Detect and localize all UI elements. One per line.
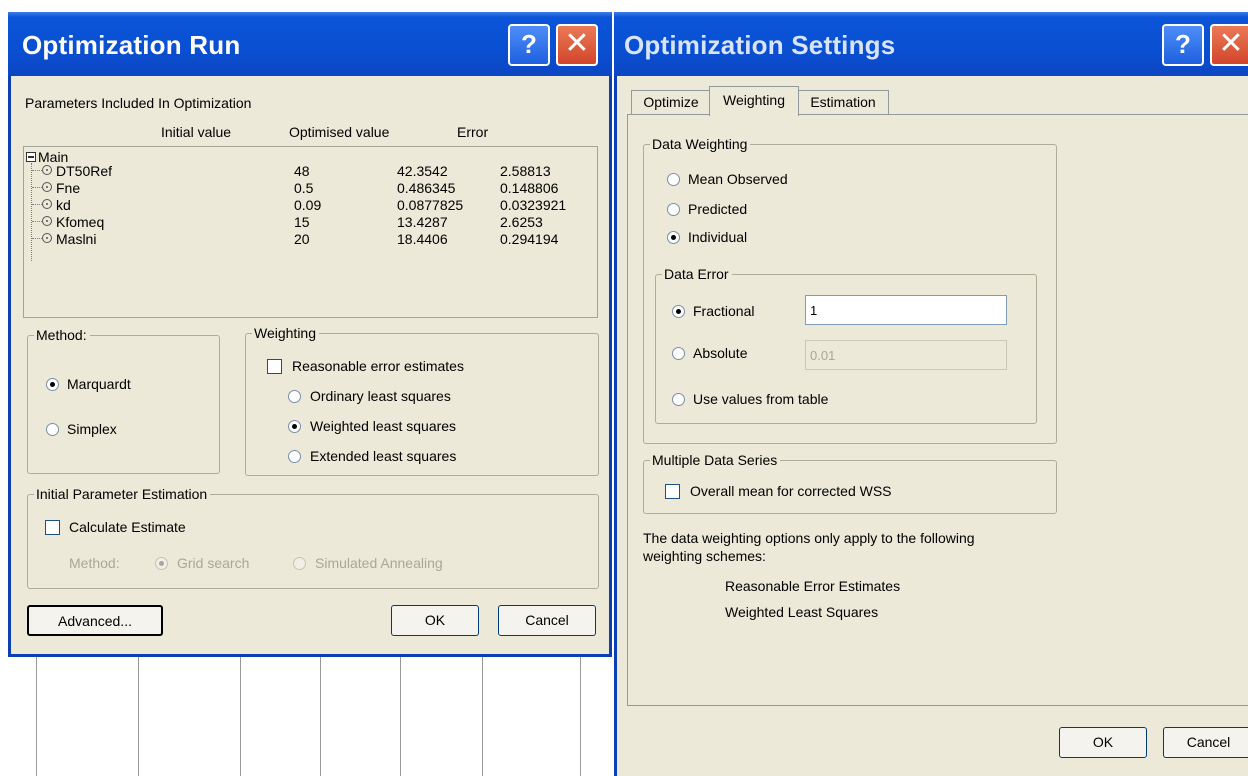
ok-button[interactable]: OK <box>391 605 479 636</box>
marquardt-radio[interactable] <box>46 378 59 391</box>
predicted-radio[interactable] <box>667 203 680 216</box>
individual-label[interactable]: Individual <box>688 229 747 245</box>
close-button[interactable]: ✕ <box>556 24 598 66</box>
tab-estimation[interactable]: Estimation <box>797 90 889 114</box>
tab-weighting[interactable]: Weighting <box>709 86 799 116</box>
param-error: 0.294194 <box>500 231 559 247</box>
ordinary-ls-label[interactable]: Ordinary least squares <box>310 388 451 404</box>
simulated-annealing-label[interactable]: Simulated Annealing <box>315 555 443 571</box>
params-heading: Parameters Included In Optimization <box>25 95 252 111</box>
param-initial: 20 <box>294 231 310 247</box>
method-legend: Method: <box>36 327 87 343</box>
absolute-input[interactable] <box>805 340 1007 370</box>
grid-search-radio[interactable] <box>155 557 168 570</box>
tab-optimize[interactable]: Optimize <box>631 90 711 114</box>
settings-titlebar[interactable]: Optimization Settings ? ✕ <box>614 12 1248 76</box>
note-line-2: weighting schemes: <box>643 548 766 564</box>
param-error: 0.0323921 <box>500 197 567 213</box>
parameter-icon <box>42 216 52 226</box>
parameter-icon <box>42 182 52 192</box>
param-optimised: 0.0877825 <box>397 197 464 213</box>
param-optimised: 13.4287 <box>397 214 448 230</box>
collapse-icon[interactable] <box>26 152 36 162</box>
optimization-settings-dialog: Optimization Settings ? ✕ Optimize Weigh… <box>614 12 1248 776</box>
initial-estimation-group: Initial Parameter Estimation <box>27 486 599 589</box>
mean-observed-label[interactable]: Mean Observed <box>688 171 788 187</box>
col-error: Error <box>457 124 489 140</box>
values-from-table-label[interactable]: Use values from table <box>693 391 828 407</box>
note-line-1: The data weighting options only apply to… <box>643 530 975 546</box>
ok-button[interactable]: OK <box>1059 727 1147 758</box>
param-initial: 0.09 <box>294 197 322 213</box>
param-optimised: 0.486345 <box>397 180 456 196</box>
close-button[interactable]: ✕ <box>1210 24 1248 66</box>
mean-observed-radio[interactable] <box>667 173 680 186</box>
param-name: Maslni <box>56 231 97 247</box>
param-optimised: 42.3542 <box>397 163 448 179</box>
fractional-input[interactable] <box>805 295 1007 325</box>
settings-title: Optimization Settings <box>624 30 896 60</box>
marquardt-label[interactable]: Marquardt <box>67 376 131 392</box>
individual-radio[interactable] <box>667 231 680 244</box>
parameter-tree[interactable]: Main DT50Ref 48 42.3542 2.58813 Fne 0.5 … <box>23 146 598 318</box>
calculate-estimate-checkbox[interactable] <box>45 520 60 535</box>
param-name: DT50Ref <box>56 163 113 179</box>
data-weighting-legend: Data Weighting <box>652 136 748 152</box>
overall-mean-checkbox[interactable] <box>665 484 680 499</box>
grid-search-label[interactable]: Grid search <box>177 555 249 571</box>
simplex-label[interactable]: Simplex <box>67 421 117 437</box>
parameter-icon <box>42 199 52 209</box>
run-titlebar[interactable]: Optimization Run ? ✕ <box>8 12 612 76</box>
overall-mean-label[interactable]: Overall mean for corrected WSS <box>690 483 892 499</box>
advanced-button[interactable]: Advanced... <box>27 605 163 636</box>
reasonable-error-label[interactable]: Reasonable error estimates <box>292 358 464 374</box>
fractional-label[interactable]: Fractional <box>693 303 754 319</box>
reasonable-error-checkbox[interactable] <box>267 359 282 374</box>
simulated-annealing-radio[interactable] <box>293 557 306 570</box>
initial-estimation-legend: Initial Parameter Estimation <box>36 486 208 502</box>
extended-ls-label[interactable]: Extended least squares <box>310 448 456 464</box>
param-error: 2.6253 <box>500 214 543 230</box>
param-initial: 15 <box>294 214 310 230</box>
param-initial: 0.5 <box>294 180 314 196</box>
help-button[interactable]: ? <box>508 24 550 66</box>
param-name: Kfomeq <box>56 214 105 230</box>
param-name: Fne <box>56 180 81 196</box>
data-error-legend: Data Error <box>664 266 729 282</box>
param-initial: 48 <box>294 163 310 179</box>
extended-ls-radio[interactable] <box>288 450 301 463</box>
param-optimised: 18.4406 <box>397 231 448 247</box>
simplex-radio[interactable] <box>46 423 59 436</box>
predicted-label[interactable]: Predicted <box>688 201 747 217</box>
ordinary-ls-radio[interactable] <box>288 390 301 403</box>
col-optimised: Optimised value <box>289 124 390 140</box>
cancel-button[interactable]: Cancel <box>498 605 596 636</box>
parameter-icon <box>42 233 52 243</box>
values-from-table-radio[interactable] <box>672 393 685 406</box>
absolute-label[interactable]: Absolute <box>693 345 747 361</box>
estimation-method-label: Method: <box>69 555 120 571</box>
calculate-estimate-label[interactable]: Calculate Estimate <box>69 519 186 535</box>
absolute-radio[interactable] <box>672 347 685 360</box>
scheme-item: Reasonable Error Estimates <box>725 578 901 594</box>
cancel-button[interactable]: Cancel <box>1163 727 1248 758</box>
param-name: kd <box>56 197 71 213</box>
weighting-legend: Weighting <box>254 325 317 341</box>
fractional-radio[interactable] <box>672 305 685 318</box>
col-initial: Initial value <box>161 124 232 140</box>
param-error: 2.58813 <box>500 163 551 179</box>
parameter-icon <box>42 165 52 175</box>
multiple-series-legend: Multiple Data Series <box>652 452 778 468</box>
method-group: Method: <box>27 327 220 474</box>
optimization-run-dialog: Optimization Run ? ✕ Parameters Included… <box>8 12 612 657</box>
weighted-ls-label[interactable]: Weighted least squares <box>310 418 456 434</box>
param-error: 0.148806 <box>500 180 559 196</box>
run-title: Optimization Run <box>22 30 241 60</box>
weighted-ls-radio[interactable] <box>288 420 301 433</box>
scheme-item: Weighted Least Squares <box>725 604 879 620</box>
help-button[interactable]: ? <box>1162 24 1204 66</box>
